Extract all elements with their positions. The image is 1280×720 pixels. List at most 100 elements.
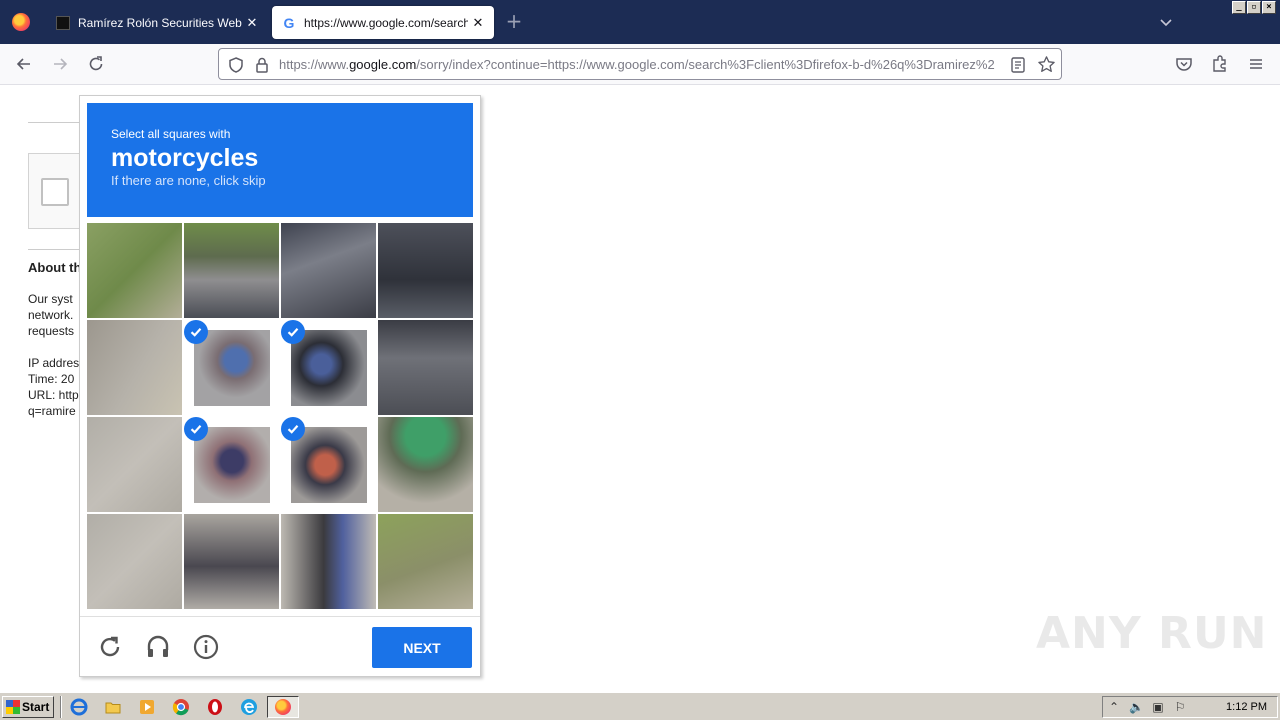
body-line: requests [28, 324, 75, 338]
tray-expand-icon[interactable]: ⌃ [1107, 700, 1121, 714]
grid-tile[interactable] [184, 223, 279, 318]
grid-tile[interactable] [281, 417, 376, 512]
grid-tile[interactable] [378, 320, 473, 415]
challenge-header: Select all squares with motorcycles If t… [87, 103, 473, 217]
grid-tile[interactable] [87, 320, 182, 415]
network-icon[interactable]: ▣ [1151, 700, 1165, 714]
url-bar[interactable]: https://www.google.com/sorry/index?conti… [218, 48, 1062, 80]
image-grid [87, 223, 473, 609]
window-controls: _ ▫ × [1232, 1, 1276, 14]
tile-image [378, 417, 473, 512]
extensions-icon[interactable] [1210, 54, 1230, 74]
tile-image [378, 320, 473, 415]
grid-tile[interactable] [184, 417, 279, 512]
tile-image [87, 223, 182, 318]
reload-icon[interactable] [86, 54, 106, 74]
footer-divider [80, 616, 480, 617]
url-prefix: https://www. [279, 57, 350, 72]
challenge-keyword: motorcycles [111, 144, 259, 172]
tab-strip: Ramírez Rolón Securities Website | ✕ G h… [0, 0, 1280, 44]
grid-tile[interactable] [184, 320, 279, 415]
tile-image [87, 514, 182, 609]
media-player-icon[interactable] [138, 698, 156, 716]
tile-image [281, 514, 376, 609]
grid-tile[interactable] [378, 514, 473, 609]
grid-tile[interactable] [378, 223, 473, 318]
tile-image [378, 223, 473, 318]
audio-headphones-icon[interactable] [145, 634, 171, 660]
anyrun-watermark: ANY RUN [1036, 608, 1268, 659]
grid-tile[interactable] [87, 223, 182, 318]
new-tab-button[interactable]: + [502, 10, 526, 34]
tile-image [291, 330, 367, 406]
system-tray: ⌃ 🔈 ▣ ⚐ 1:12 PM [1102, 696, 1278, 718]
tile-image [194, 330, 270, 406]
start-label: Start [22, 700, 50, 714]
body-line: Our syst [28, 292, 73, 306]
taskbar-separator [60, 696, 62, 718]
firefox-icon [275, 699, 291, 715]
challenge-hint: If there are none, click skip [111, 173, 266, 188]
taskbar-firefox-active[interactable] [267, 696, 299, 718]
ie-icon[interactable] [70, 698, 88, 716]
recaptcha-checkbox[interactable] [41, 178, 69, 206]
forward-arrow-icon[interactable] [50, 54, 70, 74]
pocket-icon[interactable] [1174, 54, 1194, 74]
google-favicon-icon: G [283, 14, 295, 31]
opera-icon[interactable] [206, 698, 224, 716]
tab-ramirez-securities[interactable]: Ramírez Rolón Securities Website | ✕ [46, 6, 268, 39]
firefox-menu-button[interactable] [0, 0, 42, 44]
list-all-tabs-icon[interactable] [1156, 12, 1176, 32]
close-window-button[interactable]: × [1262, 1, 1276, 14]
body-line: network. [28, 308, 74, 322]
tab-title: Ramírez Rolón Securities Website | [78, 15, 242, 30]
grid-tile[interactable] [281, 223, 376, 318]
grid-tile[interactable] [281, 514, 376, 609]
volume-icon[interactable]: 🔈 [1129, 700, 1144, 714]
tab-google-search[interactable]: G https://www.google.com/search?c ✕ [272, 6, 494, 39]
challenge-instruction: Select all squares with [111, 127, 231, 141]
selected-check-icon [184, 320, 208, 344]
shield-icon[interactable] [227, 56, 245, 74]
ip-address-line: IP addres [28, 356, 80, 370]
tile-image [378, 514, 473, 609]
lock-icon[interactable] [253, 56, 271, 74]
recaptcha-anchor-card [28, 153, 84, 229]
tile-image [184, 514, 279, 609]
info-icon[interactable] [193, 634, 219, 660]
about-heading: About th [28, 260, 82, 275]
site-favicon-icon [56, 15, 70, 30]
grid-tile[interactable] [184, 514, 279, 609]
hamburger-menu-icon[interactable] [1246, 54, 1266, 74]
tile-image [87, 417, 182, 512]
selected-check-icon [281, 417, 305, 441]
selected-check-icon [184, 417, 208, 441]
folder-icon[interactable] [104, 698, 122, 716]
back-arrow-icon[interactable] [14, 54, 34, 74]
tab-close-icon[interactable]: ✕ [468, 15, 488, 31]
tile-image [194, 427, 270, 503]
action-center-flag-icon[interactable]: ⚐ [1173, 700, 1187, 714]
next-button[interactable]: NEXT [372, 627, 472, 668]
bookmark-star-icon[interactable] [1037, 55, 1056, 74]
query-line: q=ramire [28, 404, 76, 418]
chrome-icon[interactable] [172, 698, 190, 716]
grid-tile[interactable] [281, 320, 376, 415]
url-host: google.com [349, 57, 417, 72]
clock: 1:12 PM [1226, 701, 1267, 713]
reload-challenge-icon[interactable] [97, 634, 123, 660]
reader-view-icon[interactable] [1009, 56, 1027, 74]
tile-image [291, 427, 367, 503]
grid-tile[interactable] [87, 417, 182, 512]
windows-logo-icon [6, 700, 20, 714]
restore-button[interactable]: ▫ [1247, 1, 1261, 14]
url-text[interactable]: https://www.google.com/sorry/index?conti… [279, 57, 1003, 72]
tab-close-icon[interactable]: ✕ [242, 15, 262, 31]
grid-tile[interactable] [87, 514, 182, 609]
grid-tile[interactable] [378, 417, 473, 512]
time-line: Time: 20 [28, 372, 75, 386]
minimize-button[interactable]: _ [1232, 1, 1246, 14]
edge-icon[interactable] [240, 698, 258, 716]
tab-title: https://www.google.com/search?c [304, 15, 468, 30]
start-button[interactable]: Start [2, 696, 54, 718]
